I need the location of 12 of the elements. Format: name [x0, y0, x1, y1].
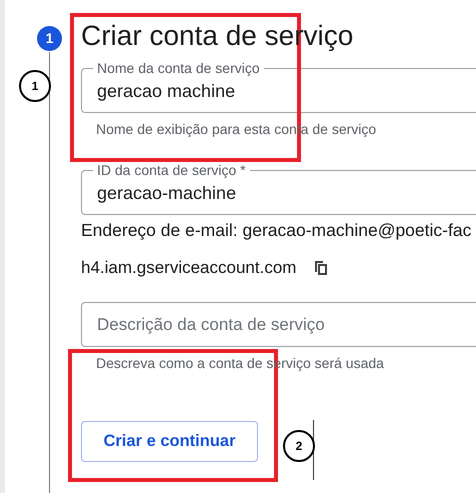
field-value: geracao-machine	[97, 182, 236, 204]
annotation-marker: 2	[283, 430, 315, 462]
name-field[interactable]: Nome da conta de serviço geracao machine	[81, 60, 476, 113]
create-button[interactable]: Criar e continuar	[81, 421, 258, 462]
email-text: Endereço de e-mail: geracao-machine@poetic-fac	[81, 220, 472, 240]
description-field[interactable]: Descrição da conta de serviço	[81, 302, 476, 347]
email-text: h4.iam.gserviceaccount.com	[81, 258, 296, 278]
annotation-marker: 1	[19, 70, 51, 102]
step-number: 1	[37, 26, 62, 50]
id-field[interactable]: ID da conta de serviço * geracao-machine	[81, 162, 476, 215]
field-value: geracao machine	[97, 80, 236, 102]
copy-icon[interactable]	[314, 260, 328, 276]
